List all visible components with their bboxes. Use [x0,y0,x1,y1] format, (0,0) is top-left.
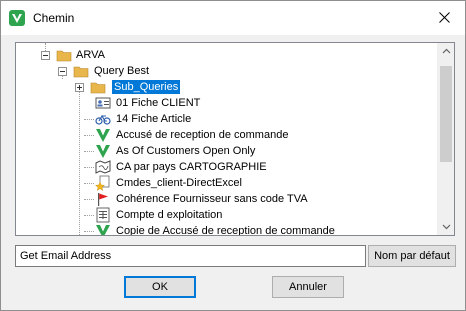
chevron-up-icon [442,48,451,54]
tree-item-label: Cohérence Fournisseur sans code TVA [116,193,308,205]
scroll-up-button[interactable] [438,43,454,60]
green-check-icon [95,143,111,159]
tree-item-accuse-reception[interactable]: Accusé de reception de commande [16,127,438,143]
folder-icon [56,47,72,63]
chevron-down-icon [442,224,451,230]
close-icon [439,12,450,23]
tree-item-cmdes-client[interactable]: Cmdes_client-DirectExcel [16,175,438,191]
app-checkmark-icon [9,10,25,26]
tree-item-label: Accusé de reception de commande [116,129,289,141]
close-button[interactable] [425,1,465,35]
tree-item-fiche-client[interactable]: 01 Fiche CLIENT [16,95,438,111]
green-check-icon [95,223,111,235]
folder-tree[interactable]: ARVA Query Best Sub_Queries 01 Fiche CLI… [15,42,455,236]
tree-item-arva[interactable]: ARVA [16,47,438,63]
tree-item-fiche-article[interactable]: 14 Fiche Article [16,111,438,127]
tree-item-label: Cmdes_client-DirectExcel [116,177,242,189]
green-check-icon [95,127,111,143]
ok-button[interactable]: OK [124,276,196,298]
vertical-scrollbar[interactable] [437,43,454,235]
tree-item-label: Compte d exploitation [116,209,223,221]
tree-item-sub-queries[interactable]: Sub_Queries [16,79,438,95]
tree-item-ca-par-pays[interactable]: CA par pays CARTOGRAPHIE [16,159,438,175]
scroll-down-button[interactable] [438,218,454,235]
tree-item-label: As Of Customers Open Only [116,145,256,157]
expand-toggle[interactable] [75,83,84,92]
spreadsheet-icon [95,207,111,223]
title-bar: Chemin [1,1,465,35]
name-input[interactable] [15,245,366,267]
contact-card-icon [95,95,111,111]
tree-item-as-of-customers[interactable]: As Of Customers Open Only [16,143,438,159]
tree-item-label: 14 Fiche Article [116,113,192,125]
dialog-window: Chemin ARVA Query Best Sub_Queries 01 Fi… [0,0,466,311]
red-flag-icon [95,191,111,207]
tree-item-label: Sub_Queries [112,80,181,94]
tree-item-label: CA par pays CARTOGRAPHIE [116,161,267,173]
collapse-toggle[interactable] [58,67,67,76]
tree-item-compte-exploitation[interactable]: Compte d exploitation [16,207,438,223]
tree-item-label: Copie de Accusé de reception de commande [116,225,335,236]
star-document-icon [94,175,111,191]
folder-icon [90,79,106,95]
cancel-button[interactable]: Annuler [272,276,344,298]
default-name-button[interactable]: Nom par défaut [368,245,456,267]
tree-item-coherence-fournisseur[interactable]: Cohérence Fournisseur sans code TVA [16,191,438,207]
tree-item-label: Query Best [94,65,150,77]
scroll-thumb[interactable] [440,66,452,162]
bicycle-icon [95,111,111,127]
tree-item-label: 01 Fiche CLIENT [116,97,201,109]
map-icon [95,159,111,175]
tree-item-query-best[interactable]: Query Best [16,63,438,79]
folder-icon [73,63,89,79]
tree-item-copie-accuse[interactable]: Copie de Accusé de reception de commande [16,223,438,236]
collapse-toggle[interactable] [41,51,50,60]
tree-item-label: ARVA [76,49,105,61]
window-title: Chemin [33,11,75,25]
